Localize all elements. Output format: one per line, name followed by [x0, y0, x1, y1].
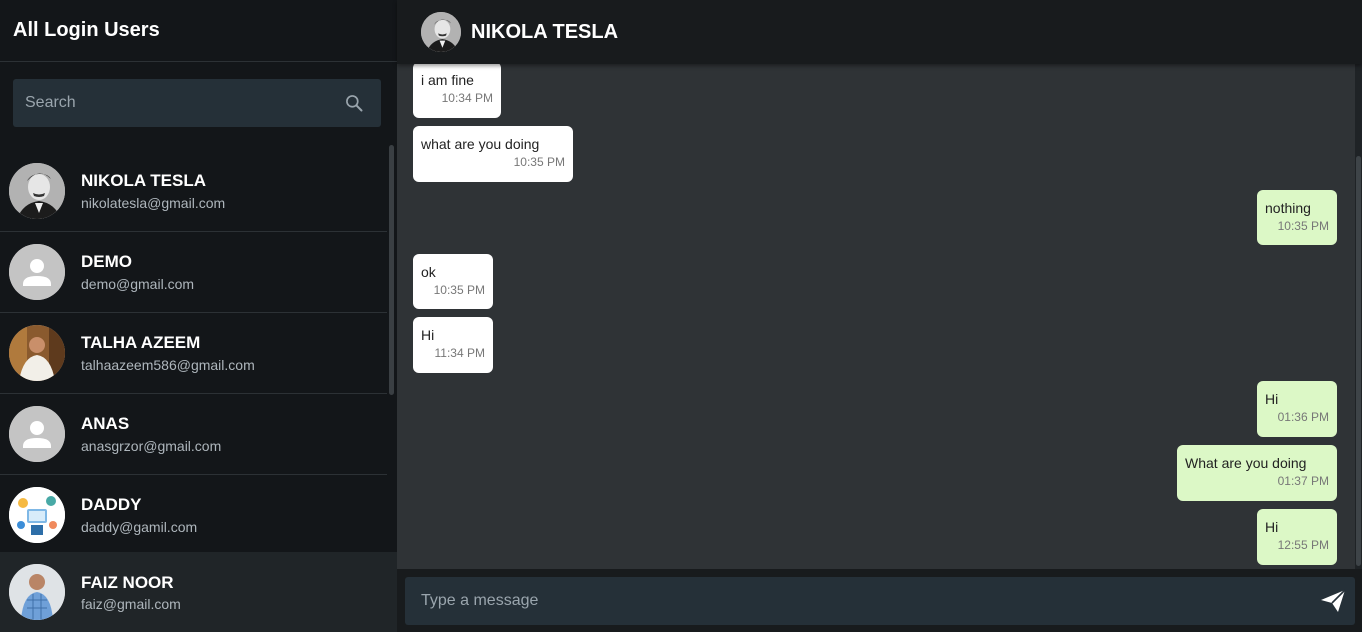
chat-scrollbar-thumb[interactable] — [1356, 156, 1361, 566]
user-name: TALHA AZEEM — [81, 333, 201, 352]
message-bubble: Hi 12:55 PM — [1257, 509, 1337, 565]
message-time: 01:37 PM — [1277, 474, 1329, 488]
avatar — [9, 163, 65, 219]
user-item-daddy[interactable]: DADDY daddy@gamil.com — [0, 475, 387, 556]
user-email: daddy@gamil.com — [81, 519, 198, 535]
message-input-box — [405, 577, 1355, 625]
user-list-scrollbar[interactable] — [389, 145, 394, 395]
message-time: 10:35 PM — [513, 155, 565, 169]
message-text: nothing — [1265, 200, 1311, 216]
message-input[interactable] — [405, 577, 1305, 625]
user-name: DADDY — [81, 495, 142, 514]
message-text: Hi — [421, 327, 435, 343]
message-time: 10:35 PM — [433, 283, 485, 297]
current-user-email: faiz@gmail.com — [81, 596, 181, 612]
user-item-anas[interactable]: ANAS anasgrzor@gmail.com — [0, 394, 387, 475]
user-name: DEMO — [81, 252, 132, 271]
message-text: ok — [421, 264, 436, 280]
message-text: i am fine — [421, 72, 474, 88]
message-time: 10:34 PM — [441, 91, 493, 105]
users-sidebar: All Login Users NIKOLA TESLA ni — [0, 0, 397, 632]
message-text: Hi — [1265, 519, 1279, 535]
message-bubble: Hi 11:34 PM — [413, 317, 493, 373]
avatar — [9, 325, 65, 381]
message-bubble: nothing 10:35 PM — [1257, 190, 1337, 245]
user-email: talhaazeem586@gmail.com — [81, 357, 255, 373]
avatar — [9, 487, 65, 543]
message-bubble: Hi 01:36 PM — [1257, 381, 1337, 437]
search-icon[interactable] — [344, 93, 364, 113]
search-box — [13, 79, 381, 127]
message-composer — [397, 569, 1362, 632]
chat-title: NIKOLA TESLA — [471, 21, 619, 43]
message-bubble: ok 10:35 PM — [413, 254, 493, 309]
message-text: what are you doing — [421, 136, 540, 152]
user-list: NIKOLA TESLA nikolatesla@gmail.com DEMO … — [0, 151, 387, 556]
message-text: Hi — [1265, 391, 1279, 407]
chat-header: NIKOLA TESLA — [397, 0, 1362, 64]
message-time: 10:35 PM — [1277, 219, 1329, 233]
current-user-card[interactable]: FAIZ NOOR faiz@gmail.com — [0, 552, 397, 632]
user-name: ANAS — [81, 414, 130, 433]
message-bubble: i am fine 10:34 PM — [413, 62, 501, 118]
chat-avatar[interactable] — [421, 12, 461, 52]
user-email: anasgrzor@gmail.com — [81, 438, 222, 454]
message-time: 01:36 PM — [1277, 410, 1329, 424]
message-text: What are you doing — [1185, 455, 1307, 471]
sidebar-header: All Login Users — [0, 0, 397, 62]
chat-scrollbar[interactable] — [1355, 64, 1362, 569]
message-bubble: What are you doing 01:37 PM — [1177, 445, 1337, 501]
user-name: NIKOLA TESLA — [81, 171, 206, 190]
current-user-name: FAIZ NOOR — [81, 573, 174, 592]
user-item-nikola-tesla[interactable]: NIKOLA TESLA nikolatesla@gmail.com — [0, 151, 387, 232]
message-bubble: what are you doing 10:35 PM — [413, 126, 573, 182]
message-time: 11:34 PM — [434, 346, 485, 360]
user-email: demo@gmail.com — [81, 276, 195, 292]
person-icon — [9, 406, 65, 462]
sidebar-title: All Login Users — [13, 19, 160, 41]
send-icon[interactable] — [1320, 589, 1346, 613]
avatar — [9, 564, 65, 620]
user-email: nikolatesla@gmail.com — [81, 195, 226, 211]
message-time: 12:55 PM — [1277, 538, 1329, 552]
person-icon — [9, 244, 65, 300]
search-input[interactable] — [13, 79, 333, 127]
user-item-talha-azeem[interactable]: TALHA AZEEM talhaazeem586@gmail.com — [0, 313, 387, 394]
user-item-demo[interactable]: DEMO demo@gmail.com — [0, 232, 387, 313]
